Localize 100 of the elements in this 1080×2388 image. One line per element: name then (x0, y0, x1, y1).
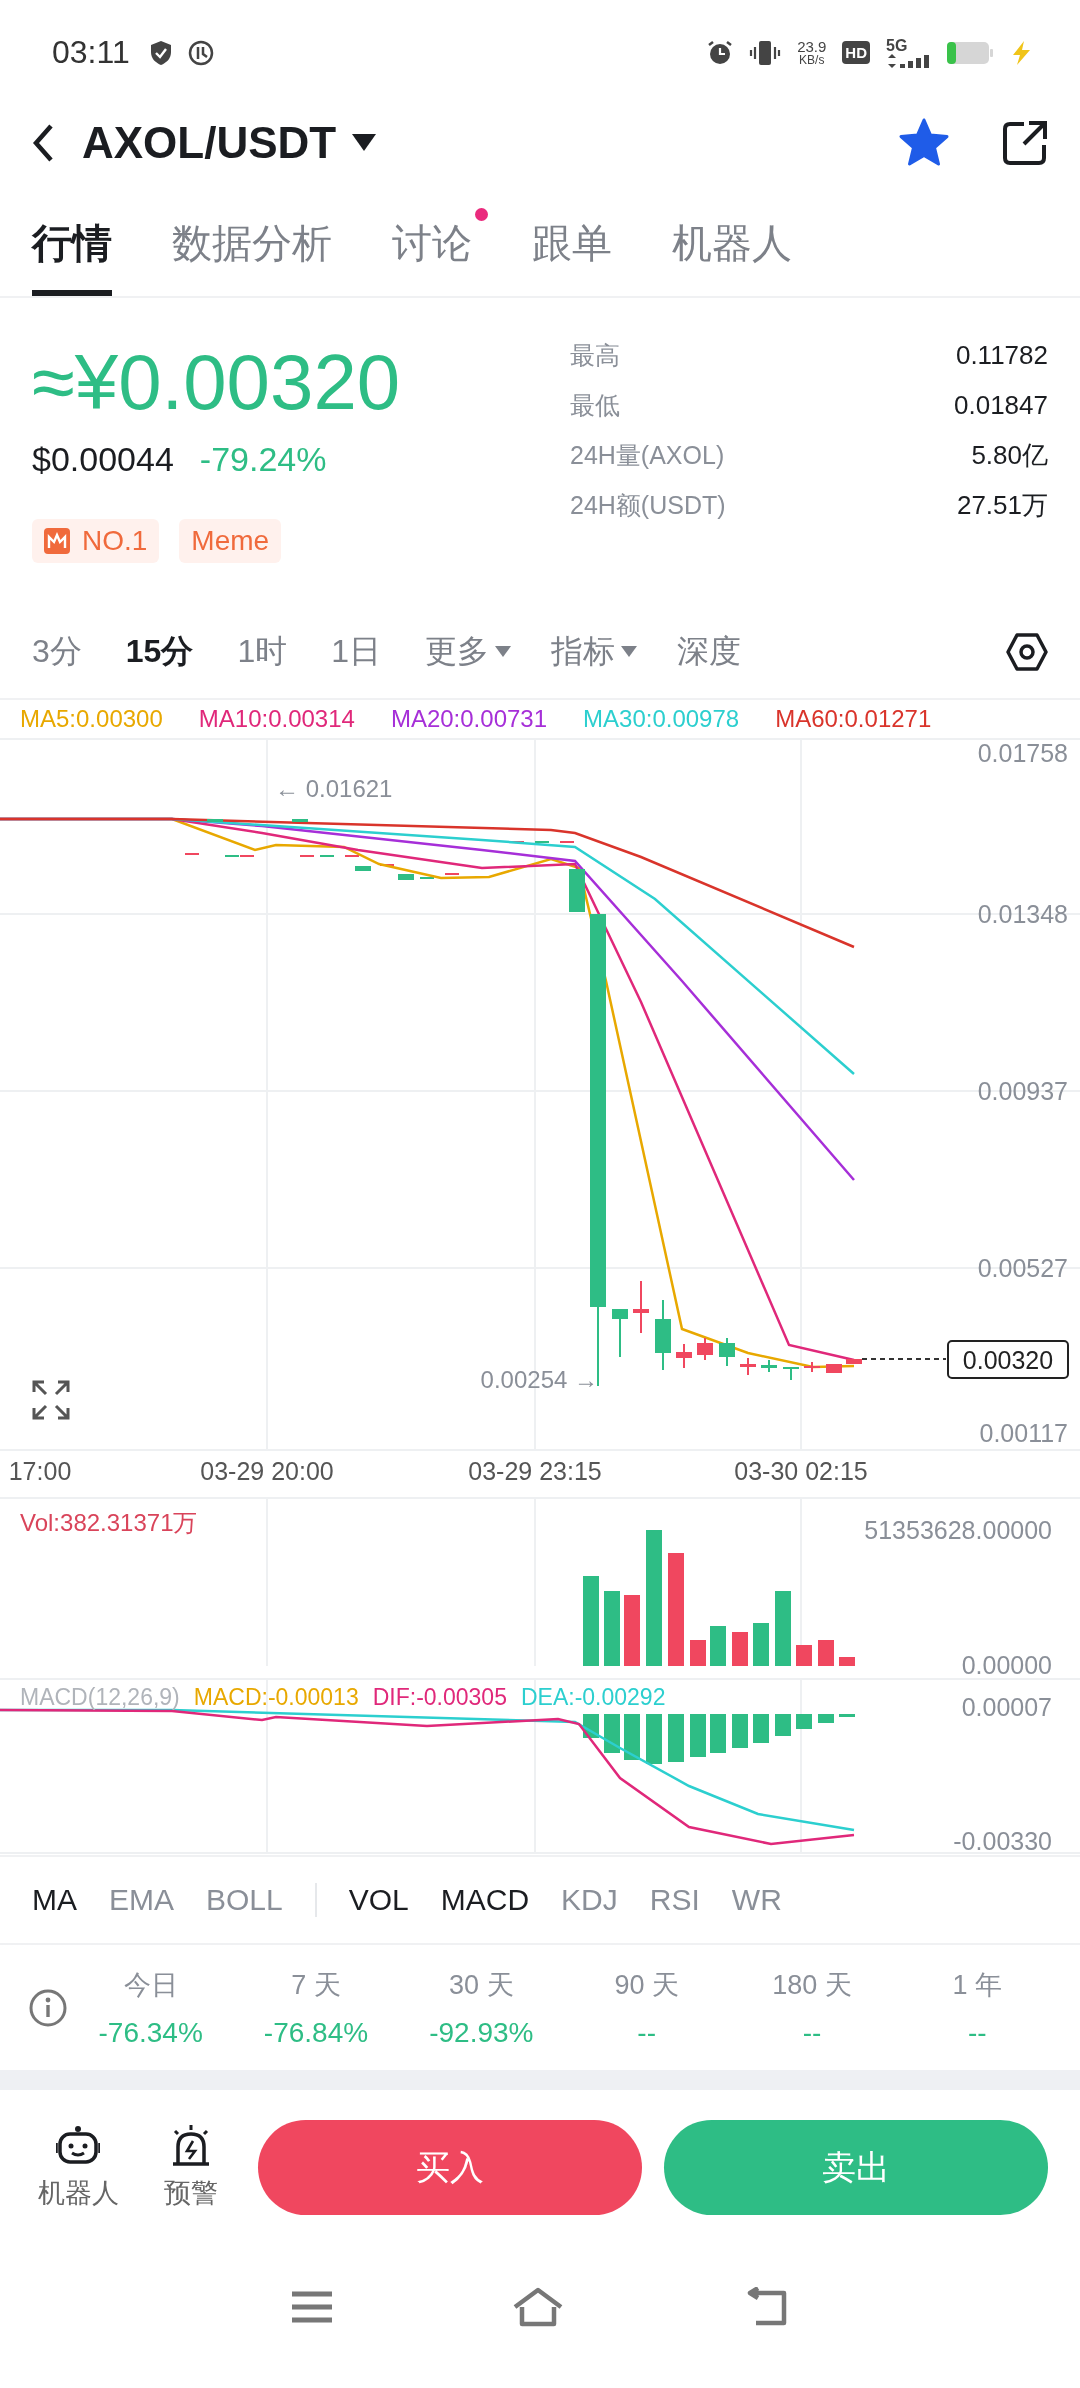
caret-icon (495, 645, 511, 658)
back-icon[interactable] (32, 123, 54, 162)
candlestick (633, 1280, 649, 1334)
ma-legend-item: MA5:0.00300 (20, 705, 163, 733)
candlestick (612, 1308, 628, 1358)
tag[interactable]: NO.1 (32, 518, 160, 563)
macd-bar (796, 1714, 812, 1729)
timeframe-tab[interactable]: 15分 (125, 629, 194, 674)
indicator-tab[interactable]: KDJ (561, 1883, 618, 1917)
axis-label: 0.01758 (977, 739, 1068, 767)
period-return: -- (637, 2016, 656, 2049)
axis-label: 0.01348 (977, 900, 1068, 928)
stat-label: 24H量(AXOL) (570, 439, 725, 471)
candlestick (207, 818, 223, 823)
macd-bar (732, 1714, 748, 1748)
network-speed: 23.9 (797, 39, 827, 54)
ma-legend-item: MA10:0.00314 (198, 705, 355, 733)
volume-bar (690, 1640, 706, 1666)
buy-button[interactable]: 买入 (258, 2120, 642, 2215)
stat-value: 0.01847 (954, 389, 1048, 421)
indicator-tab[interactable]: EMA (109, 1883, 174, 1917)
ma-legend-item: MA30:0.00978 (583, 705, 740, 733)
alert-label[interactable]: 预警 (164, 2174, 218, 2211)
macd-label: DEA:-0.00292 (520, 1684, 666, 1711)
sell-button[interactable]: 卖出 (664, 2120, 1048, 2215)
share-icon[interactable] (1002, 119, 1048, 166)
timeframe-tab[interactable]: 深度 (677, 629, 741, 674)
indicator-tab[interactable]: MA (32, 1883, 77, 1917)
status-time: 03:11 (52, 34, 130, 71)
macd-bar (690, 1714, 706, 1757)
candlestick (320, 855, 334, 857)
timeframe-tab[interactable]: 3分 (32, 629, 82, 674)
ma-legend-item: MA20:0.00731 (390, 705, 548, 733)
candlestick (560, 841, 574, 843)
caret-icon[interactable] (352, 133, 377, 152)
timeframe-tab[interactable]: 1日 (331, 629, 381, 674)
expand-icon[interactable] (32, 1380, 70, 1420)
price-change: -79.24% (199, 439, 327, 479)
candlestick (535, 841, 549, 843)
robot-icon[interactable] (56, 2124, 100, 2167)
indicator-tab[interactable]: VOL (348, 1883, 409, 1917)
candlestick (445, 873, 459, 875)
settings-icon[interactable] (1006, 632, 1048, 671)
tab[interactable]: 机器人 (672, 190, 792, 296)
candlestick (300, 855, 314, 857)
volume-bar (732, 1632, 748, 1666)
tab[interactable]: 行情 (32, 190, 112, 296)
period-return: -76.34% (98, 2016, 203, 2049)
period-label: 7 天 (291, 1968, 341, 2002)
volume-bar (710, 1626, 726, 1666)
network-type: 5G (886, 37, 908, 54)
candlestick (398, 873, 414, 881)
timeframe-tab[interactable]: 1时 (237, 629, 288, 674)
volume-bar (624, 1595, 640, 1666)
tag-label: Meme (191, 524, 270, 557)
period-label: 30 天 (449, 1968, 514, 2002)
chart-icon (44, 527, 70, 554)
tab[interactable]: 数据分析 (172, 190, 332, 296)
axis-label: 0.00527 (977, 1254, 1068, 1282)
candlestick (697, 1337, 713, 1361)
candlestick (719, 1337, 735, 1367)
tag[interactable]: Meme (179, 518, 282, 563)
period-return: -76.84% (263, 2016, 369, 2049)
alarm-light-icon[interactable] (171, 2124, 211, 2167)
axis-label: 17:00 (8, 1457, 72, 1483)
candlestick (345, 855, 359, 857)
vibrate-icon (749, 39, 782, 66)
macd-bar (839, 1714, 855, 1717)
volume-label: Vol:382.31371万 (20, 1509, 198, 1536)
candlestick (783, 1366, 799, 1381)
indicator-tab[interactable]: MACD (440, 1883, 530, 1917)
pair-title[interactable]: AXOL/USDT (82, 117, 337, 168)
last-price: ≈¥0.00320 (32, 340, 402, 426)
stat-value: 27.51万 (956, 488, 1048, 522)
robot-label[interactable]: 机器人 (37, 2174, 119, 2211)
candlestick (761, 1359, 777, 1373)
star-icon[interactable] (898, 117, 950, 168)
last-price-tag: 0.00320 (947, 1340, 1069, 1379)
battery-icon (946, 40, 994, 65)
circle-icon (187, 39, 214, 66)
indicator-tab[interactable]: WR (731, 1883, 782, 1917)
menu-icon[interactable] (292, 2290, 332, 2323)
macd-label: MACD(12,26,9) (20, 1684, 180, 1711)
macd-bar (646, 1714, 662, 1764)
stat-label: 24H额(USDT) (570, 489, 726, 521)
period-return: -92.93% (429, 2016, 534, 2049)
stat-label: 最低 (570, 389, 620, 421)
axis-label: 03-29 20:00 (200, 1457, 334, 1483)
timeframe-tab[interactable]: 指标 (551, 629, 637, 674)
tab[interactable]: 讨论 (392, 190, 472, 296)
caret-icon (621, 645, 637, 658)
indicator-tab[interactable]: RSI (649, 1883, 700, 1917)
tab[interactable]: 跟单 (532, 190, 612, 296)
ma-legend-item: MA60:0.01271 (775, 705, 932, 733)
timeframe-tab[interactable]: 更多 (425, 629, 511, 674)
indicator-tab[interactable]: BOLL (206, 1883, 283, 1917)
home-icon[interactable] (512, 2286, 564, 2327)
macd-bar (753, 1714, 769, 1743)
info-icon[interactable] (28, 1987, 68, 2028)
candlestick (804, 1361, 820, 1373)
